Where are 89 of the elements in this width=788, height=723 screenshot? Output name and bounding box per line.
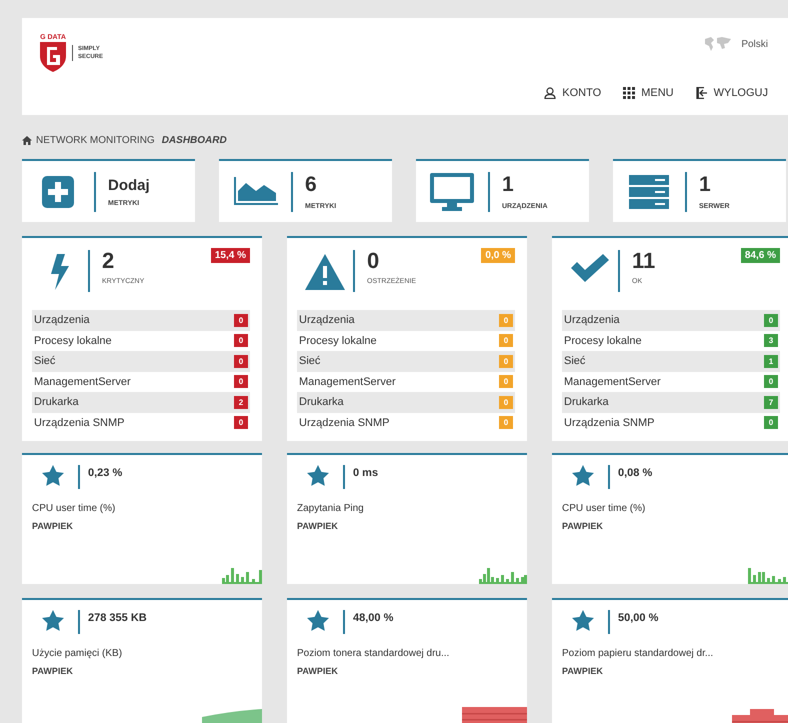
category-label: Sieć [34,355,56,368]
count-badge: 0 [764,375,778,388]
star-icon[interactable] [572,610,594,631]
monitor-icon [430,172,474,210]
category-label: Drukarka [564,396,609,408]
category-label: Procesy lokalne [299,334,377,347]
count-badge: 0 [234,354,248,368]
category-label: ManagementServer [299,376,396,388]
count-badge: 0 [499,334,513,348]
summary-value: Dodaj [108,176,150,194]
category-label: Procesy lokalne [564,334,642,347]
category-label: Drukarka [299,396,344,408]
summary-value: 1 [502,173,515,197]
metric-value: 0 ms [353,467,378,479]
summary-value: 6 [305,173,318,197]
count-badge: 0 [234,375,248,388]
count-badge: 0 [499,354,513,368]
lightning-icon [49,254,71,290]
category-label: Sieć [564,355,586,368]
area-chart-icon [232,176,278,206]
breadcrumb-current: DASHBOARD [162,134,227,146]
category-label: Urządzenia SNMP [564,416,654,429]
server-icon [629,174,669,208]
metric-name: Poziom papieru standardowej dr... [561,647,714,659]
count-badge: 0 [499,416,513,430]
category-label: Sieć [299,355,320,368]
metric-value: 48,00 % [353,612,394,624]
star-icon[interactable] [42,465,64,486]
home-icon [22,136,32,144]
host-name: PAWPIEK [31,665,74,676]
user-icon [544,87,556,99]
count-badge: 0 [234,416,248,430]
grid-icon [623,87,636,99]
count-badge: 0 [234,314,248,327]
count-badge: 1 [764,354,778,368]
breadcrumb-link[interactable]: NETWORK MONITORING [36,134,155,146]
plus-icon [42,176,74,208]
metric-name: Użycie pamięci (KB) [31,647,124,659]
count-badge: 2 [234,396,248,409]
category-label: Urządzenia [299,314,355,326]
category-label: Urządzenia [564,314,620,326]
status-count: 0 [367,248,380,274]
checkmark-icon [571,254,609,282]
percent-badge: 84,6 % [740,248,780,263]
star-icon[interactable] [307,465,329,486]
count-badge: 0 [764,314,778,327]
count-badge: 0 [764,416,778,430]
category-label: Urządzenia SNMP [299,416,390,429]
category-label: ManagementServer [34,376,131,388]
host-name: PAWPIEK [561,665,604,676]
summary-value: 1 [699,173,712,197]
host-name: PAWPIEK [561,520,604,531]
percent-badge: 0,0 % [481,248,515,263]
category-label: ManagementServer [564,376,661,388]
metric-value: 0,08 % [618,467,652,479]
category-label: Urządzenia SNMP [34,416,124,429]
percent-badge: 15,4 % [210,248,250,263]
category-label: Drukarka [34,396,79,408]
host-name: PAWPIEK [31,520,74,531]
metric-name: Zapytania Ping [296,502,365,514]
account-link[interactable]: KONTO [544,87,602,99]
logout-icon [696,87,708,99]
count-badge: 0 [234,334,248,348]
host-name: PAWPIEK [296,520,339,531]
language-selector[interactable]: Polski [741,38,768,50]
category-label: Procesy lokalne [34,334,112,347]
metric-value: 278 355 KB [88,612,147,624]
metric-name: CPU user time (%) [31,502,116,514]
star-icon[interactable] [42,610,64,631]
category-label: Urządzenia [34,314,90,326]
host-name: PAWPIEK [296,665,339,676]
count-badge: 0 [499,396,513,409]
logout-link[interactable]: WYLOGUJ [696,87,768,99]
count-badge: 3 [764,334,778,348]
metric-value: 0,23 % [88,467,122,479]
menu-link[interactable]: MENU [623,87,674,99]
star-icon[interactable] [307,610,329,631]
metric-value: 50,00 % [618,612,658,624]
status-count: 11 [632,248,656,274]
count-badge: 7 [764,396,778,409]
metric-name: CPU user time (%) [561,502,646,514]
star-icon[interactable] [572,465,594,486]
count-badge: 0 [499,314,513,327]
status-count: 2 [102,248,116,274]
warning-icon [305,254,345,290]
count-badge: 0 [499,375,513,388]
world-map-icon [703,36,734,52]
metric-name: Poziom tonera standardowej dru... [296,647,450,659]
shield-logo-icon [40,42,66,72]
